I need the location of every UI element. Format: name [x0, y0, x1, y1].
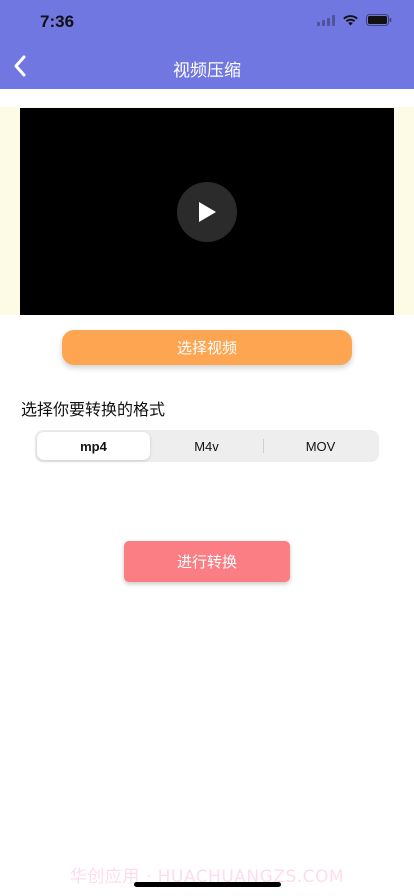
cellular-signal-icon — [317, 14, 335, 26]
format-segmented-control: mp4 M4v MOV — [35, 430, 379, 462]
status-time: 7:36 — [40, 12, 75, 31]
format-option-m4v[interactable]: M4v — [150, 432, 263, 460]
convert-button[interactable]: 进行转换 — [124, 541, 290, 582]
status-icons — [317, 14, 392, 26]
format-option-mov[interactable]: MOV — [264, 432, 377, 460]
play-button[interactable] — [177, 182, 237, 242]
home-indicator — [134, 882, 281, 887]
wifi-icon — [342, 14, 359, 26]
header-bar: 7:36 视频压缩 — [0, 0, 414, 89]
select-video-button[interactable]: 选择视频 — [62, 330, 352, 365]
format-option-mp4[interactable]: mp4 — [37, 432, 150, 460]
format-label: 选择你要转换的格式 — [21, 400, 166, 419]
play-icon — [199, 202, 216, 222]
battery-icon — [366, 14, 392, 26]
page-title: 视频压缩 — [173, 61, 241, 81]
